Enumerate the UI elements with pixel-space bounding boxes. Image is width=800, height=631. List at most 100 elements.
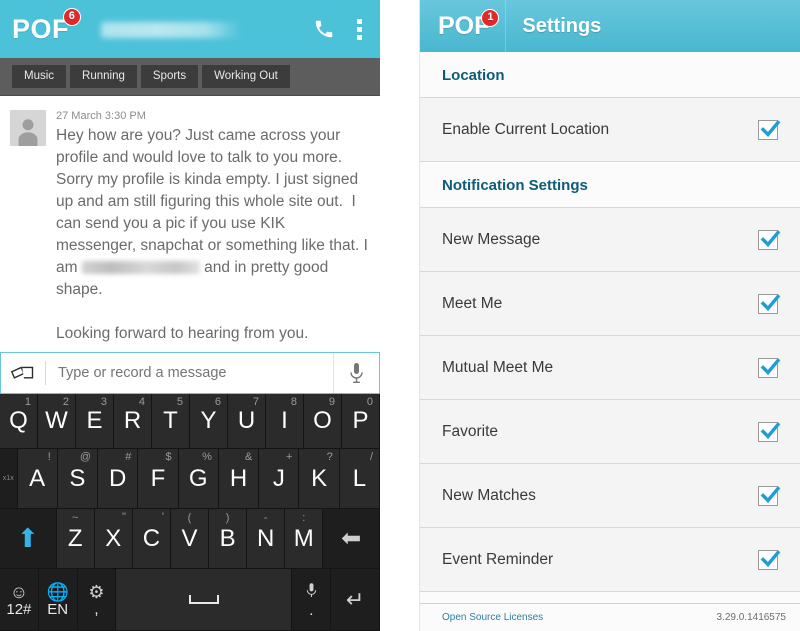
key-c[interactable]: ' C xyxy=(132,509,171,569)
checkbox-new-message[interactable] xyxy=(758,229,781,250)
interest-tabs: Music Running Sports Working Out xyxy=(0,58,380,96)
setting-row-new-matches[interactable]: New Matches xyxy=(420,464,800,528)
symbols-key-label: 12# xyxy=(6,600,32,618)
key-i-sub: 8 xyxy=(290,396,297,408)
voice-period-key[interactable]: . xyxy=(292,569,332,631)
key-q[interactable]: 1Q xyxy=(0,394,38,449)
app-screen: POF 6 Music Running Sports Working Out 2… xyxy=(0,0,800,631)
checkbox-event-reminder[interactable] xyxy=(758,549,781,570)
key-l-label: L xyxy=(352,464,367,492)
key-o[interactable]: 9O xyxy=(304,394,342,449)
settings-unread-badge: 1 xyxy=(481,8,500,27)
overflow-menu-icon[interactable] xyxy=(357,18,362,40)
pof-logo-settings[interactable]: POF 1 xyxy=(420,8,505,41)
key-v-label: V xyxy=(181,524,198,552)
key-v[interactable]: (V xyxy=(170,509,210,569)
shift-key[interactable]: ⬆ xyxy=(0,509,57,569)
message-text-part1: Hey how are you? Just came across your p… xyxy=(56,127,373,276)
key-v-sub: ( xyxy=(187,512,192,524)
key-u[interactable]: 7U xyxy=(228,394,266,449)
backspace-key[interactable]: ⬅ xyxy=(323,509,380,569)
emoji-symbols-key[interactable]: ☺ 12# xyxy=(0,569,39,631)
key-h-label: H xyxy=(229,464,248,492)
key-m[interactable]: :M xyxy=(285,509,324,569)
tab-working-out[interactable]: Working Out xyxy=(202,64,290,89)
overflow-dot xyxy=(357,18,362,24)
message-input[interactable] xyxy=(46,365,333,381)
key-f[interactable]: $ F xyxy=(138,449,179,509)
key-z[interactable]: ~ Z xyxy=(56,509,95,569)
key-b-sub: ) xyxy=(225,512,230,524)
tab-sports[interactable]: Sports xyxy=(140,64,199,89)
key-k[interactable]: ? K xyxy=(299,449,340,509)
checkbox-meet-me[interactable] xyxy=(758,293,781,314)
language-key[interactable]: 🌐 EN xyxy=(38,569,78,631)
message-text: Hey how are you? Just came across your p… xyxy=(56,125,368,345)
key-p-label: P xyxy=(352,407,369,434)
enter-key[interactable]: ↵ xyxy=(331,569,380,631)
setting-row-mutual-meet-me[interactable]: Mutual Meet Me xyxy=(420,336,800,400)
settings-panel: POF 1 Settings Location Enable Current L… xyxy=(420,0,800,631)
key-b-label: B xyxy=(219,524,236,552)
key-q-sub: 1 xyxy=(24,396,31,408)
tab-running[interactable]: Running xyxy=(70,64,137,89)
key-r[interactable]: 4R xyxy=(114,394,152,449)
overflow-dot xyxy=(357,26,362,32)
microphone-icon[interactable] xyxy=(333,353,379,393)
setting-row-enable-current-location[interactable]: Enable Current Location xyxy=(420,98,800,162)
key-d[interactable]: # D xyxy=(98,449,139,509)
key-p-sub: 0 xyxy=(366,396,373,408)
section-header-location: Location xyxy=(420,52,800,98)
period-key-label: . xyxy=(309,601,314,619)
gear-icon: ⚙ xyxy=(88,581,105,602)
message-bubble: 27 March 3:30 PM Hey how are you? Just c… xyxy=(56,110,368,345)
key-a-label: A xyxy=(29,464,46,492)
key-m-sub: : xyxy=(302,512,306,524)
phone-icon[interactable] xyxy=(313,18,335,40)
key-g[interactable]: % G xyxy=(178,449,219,509)
key-b[interactable]: ) B xyxy=(209,509,248,569)
checkbox-favorite[interactable] xyxy=(758,421,781,442)
arrow-up-icon: ⬆ xyxy=(16,523,39,553)
key-w[interactable]: 2W xyxy=(38,394,76,449)
key-e[interactable]: 3E xyxy=(76,394,114,449)
key-j[interactable]: + J xyxy=(259,449,300,509)
key-y-sub: 6 xyxy=(214,396,221,408)
key-j-label: J xyxy=(272,464,285,492)
key-l[interactable]: / L xyxy=(339,449,380,509)
setting-row-new-message[interactable]: New Message xyxy=(420,208,800,272)
setting-row-meet-me[interactable]: Meet Me xyxy=(420,272,800,336)
cards-icon[interactable] xyxy=(1,364,45,383)
key-n[interactable]: -N xyxy=(247,509,286,569)
key-h[interactable]: & H xyxy=(218,449,260,509)
message-thread: 27 March 3:30 PM Hey how are you? Just c… xyxy=(0,96,380,345)
pof-logo[interactable]: POF 6 xyxy=(12,7,82,45)
key-e-label: E xyxy=(86,407,103,434)
app-version: 3.29.0.1416575 xyxy=(716,612,786,623)
message-input-bar xyxy=(0,352,380,394)
setting-row-favorite[interactable]: Favorite xyxy=(420,400,800,464)
redacted-age-text xyxy=(81,261,200,275)
key-a-sub: ! xyxy=(47,451,51,463)
key-a[interactable]: ! A xyxy=(17,449,58,509)
key-s[interactable]: @ S xyxy=(57,449,99,509)
setting-row-event-reminder[interactable]: Event Reminder xyxy=(420,528,800,592)
key-i[interactable]: 8I xyxy=(266,394,304,449)
key-c-label: C xyxy=(142,524,161,552)
key-z-label: Z xyxy=(67,524,83,552)
key-y[interactable]: 6Y xyxy=(190,394,228,449)
checkbox-new-matches[interactable] xyxy=(758,485,781,506)
key-x[interactable]: " X xyxy=(94,509,133,569)
setting-label: Enable Current Location xyxy=(442,120,610,138)
key-t[interactable]: 5T xyxy=(152,394,190,449)
open-source-licenses-link[interactable]: Open Source Licenses xyxy=(442,612,543,623)
key-p[interactable]: 0P xyxy=(342,394,380,449)
tab-music[interactable]: Music xyxy=(12,64,67,89)
checkbox-mutual-meet-me[interactable] xyxy=(758,357,781,378)
chat-panel: POF 6 Music Running Sports Working Out 2… xyxy=(0,0,380,631)
key-row2-edge[interactable]: x1x xyxy=(0,449,18,509)
space-key[interactable] xyxy=(116,569,293,631)
checkbox-enable-current-location[interactable] xyxy=(758,119,781,140)
avatar[interactable] xyxy=(10,110,46,146)
settings-comma-key[interactable]: ⚙ , xyxy=(77,569,117,631)
